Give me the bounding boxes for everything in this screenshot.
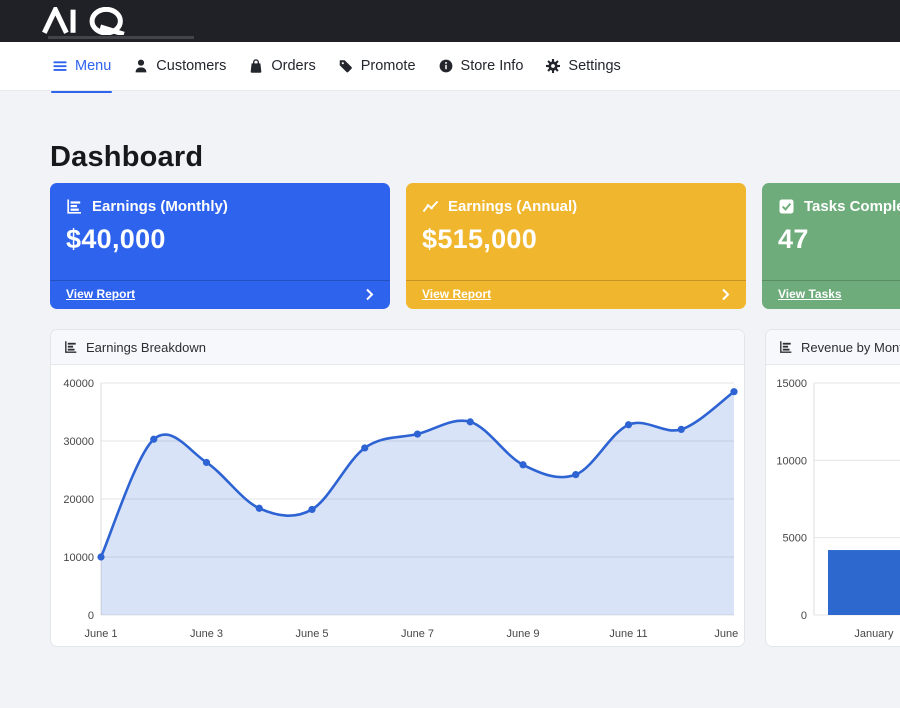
nav-item-label: Promote	[361, 58, 416, 74]
earnings-breakdown-card: Earnings Breakdown 0 10000 20000 30000 40000…	[50, 329, 745, 647]
svg-text:10000: 10000	[63, 552, 94, 564]
line-chart-area: 0 10000 20000 30000 40000 June 1 June 3 June 5 J…	[51, 365, 744, 647]
brand-logo-icon[interactable]	[40, 7, 140, 35]
svg-text:June 1: June 1	[84, 628, 117, 640]
svg-text:January: January	[854, 628, 894, 640]
stat-card-value: $515,000	[406, 215, 746, 280]
charts-row: Earnings Breakdown 0 10000 20000 30000 40000…	[50, 329, 900, 647]
earnings-breakdown-line-chart: 0 10000 20000 30000 40000 June 1 June 3 June 5 J…	[55, 365, 742, 647]
svg-text:June 9: June 9	[506, 628, 539, 640]
bar-chart-area: 0 5000 10000 15000 January	[766, 365, 900, 647]
topbar	[0, 0, 900, 42]
svg-text:20000: 20000	[63, 494, 94, 506]
nav-item-label: Orders	[271, 58, 315, 74]
chart-title: Earnings Breakdown	[86, 340, 206, 355]
chart-title: Revenue by Month	[801, 340, 900, 355]
stat-card-row: Earnings (Monthly) $40,000 View Report	[50, 183, 900, 309]
svg-text:0: 0	[801, 610, 807, 622]
svg-text:30000: 30000	[63, 436, 94, 448]
logo-underline	[48, 36, 194, 39]
svg-text:0: 0	[88, 610, 94, 622]
svg-text:15000: 15000	[776, 378, 807, 390]
svg-text:June 3: June 3	[190, 628, 223, 640]
nav-item-customers[interactable]: Customers	[133, 42, 226, 90]
svg-text:June 5: June 5	[295, 628, 328, 640]
svg-text:40000: 40000	[63, 378, 94, 390]
view-tasks-link[interactable]: View Tasks	[778, 287, 842, 301]
tag-icon	[338, 58, 354, 74]
nav-item-settings[interactable]: Settings	[545, 42, 620, 90]
stat-card-earnings-monthly: Earnings (Monthly) $40,000 View Report	[50, 183, 390, 309]
chevron-right-icon	[721, 288, 730, 301]
chart-card-header: Revenue by Month	[766, 330, 900, 365]
nav-item-store-info[interactable]: Store Info	[438, 42, 524, 90]
chevron-right-icon	[365, 288, 374, 301]
nav-item-menu[interactable]: Menu	[52, 42, 111, 90]
stat-card-footer: View Report	[406, 280, 746, 309]
gear-icon	[545, 58, 561, 74]
nav-item-orders[interactable]: Orders	[248, 42, 315, 90]
line-chart-icon	[422, 198, 439, 215]
stat-card-title: Earnings (Annual)	[448, 198, 577, 215]
bag-icon	[248, 58, 264, 74]
view-report-link[interactable]: View Report	[66, 287, 135, 301]
bar-chart-icon	[66, 198, 83, 215]
svg-text:June 13: June 13	[714, 628, 742, 640]
nav-item-label: Customers	[156, 58, 226, 74]
svg-text:5000: 5000	[783, 533, 807, 545]
stat-card-value: 47	[762, 215, 900, 280]
stat-card-footer: View Report	[50, 280, 390, 309]
svg-text:June 7: June 7	[401, 628, 434, 640]
person-icon	[133, 58, 149, 74]
page-title: Dashboard	[50, 141, 900, 174]
nav-item-label: Settings	[568, 58, 620, 74]
revenue-by-month-bar-chart: 0 5000 10000 15000 January	[770, 365, 900, 647]
hamburger-icon	[52, 58, 68, 74]
svg-text:June 11: June 11	[609, 628, 647, 640]
nav-item-label: Store Info	[461, 58, 524, 74]
revenue-by-month-card: Revenue by Month 0 5000 10000 15000 January	[765, 329, 900, 647]
chart-bar-icon	[64, 340, 78, 354]
chart-card-header: Earnings Breakdown	[51, 330, 744, 365]
stat-card-value: $40,000	[50, 215, 390, 280]
stat-card-title: Earnings (Monthly)	[92, 198, 228, 215]
nav-item-label: Menu	[75, 58, 111, 74]
info-icon	[438, 58, 454, 74]
stat-card-earnings-annual: Earnings (Annual) $515,000 View Report	[406, 183, 746, 309]
stat-card-footer: View Tasks	[762, 280, 900, 309]
main-content: Dashboard Earnings (Monthly) $40,000 Vie…	[0, 141, 900, 647]
main-navbar: Menu Customers Orders Promote Store	[0, 42, 900, 91]
view-report-link[interactable]: View Report	[422, 287, 491, 301]
chart-bar-icon	[779, 340, 793, 354]
stat-card-title: Tasks Completed	[804, 198, 900, 215]
nav-item-promote[interactable]: Promote	[338, 42, 416, 90]
svg-text:10000: 10000	[776, 455, 807, 467]
check-square-icon	[778, 198, 795, 215]
stat-card-tasks-completed: Tasks Completed 47 View Tasks	[762, 183, 900, 309]
